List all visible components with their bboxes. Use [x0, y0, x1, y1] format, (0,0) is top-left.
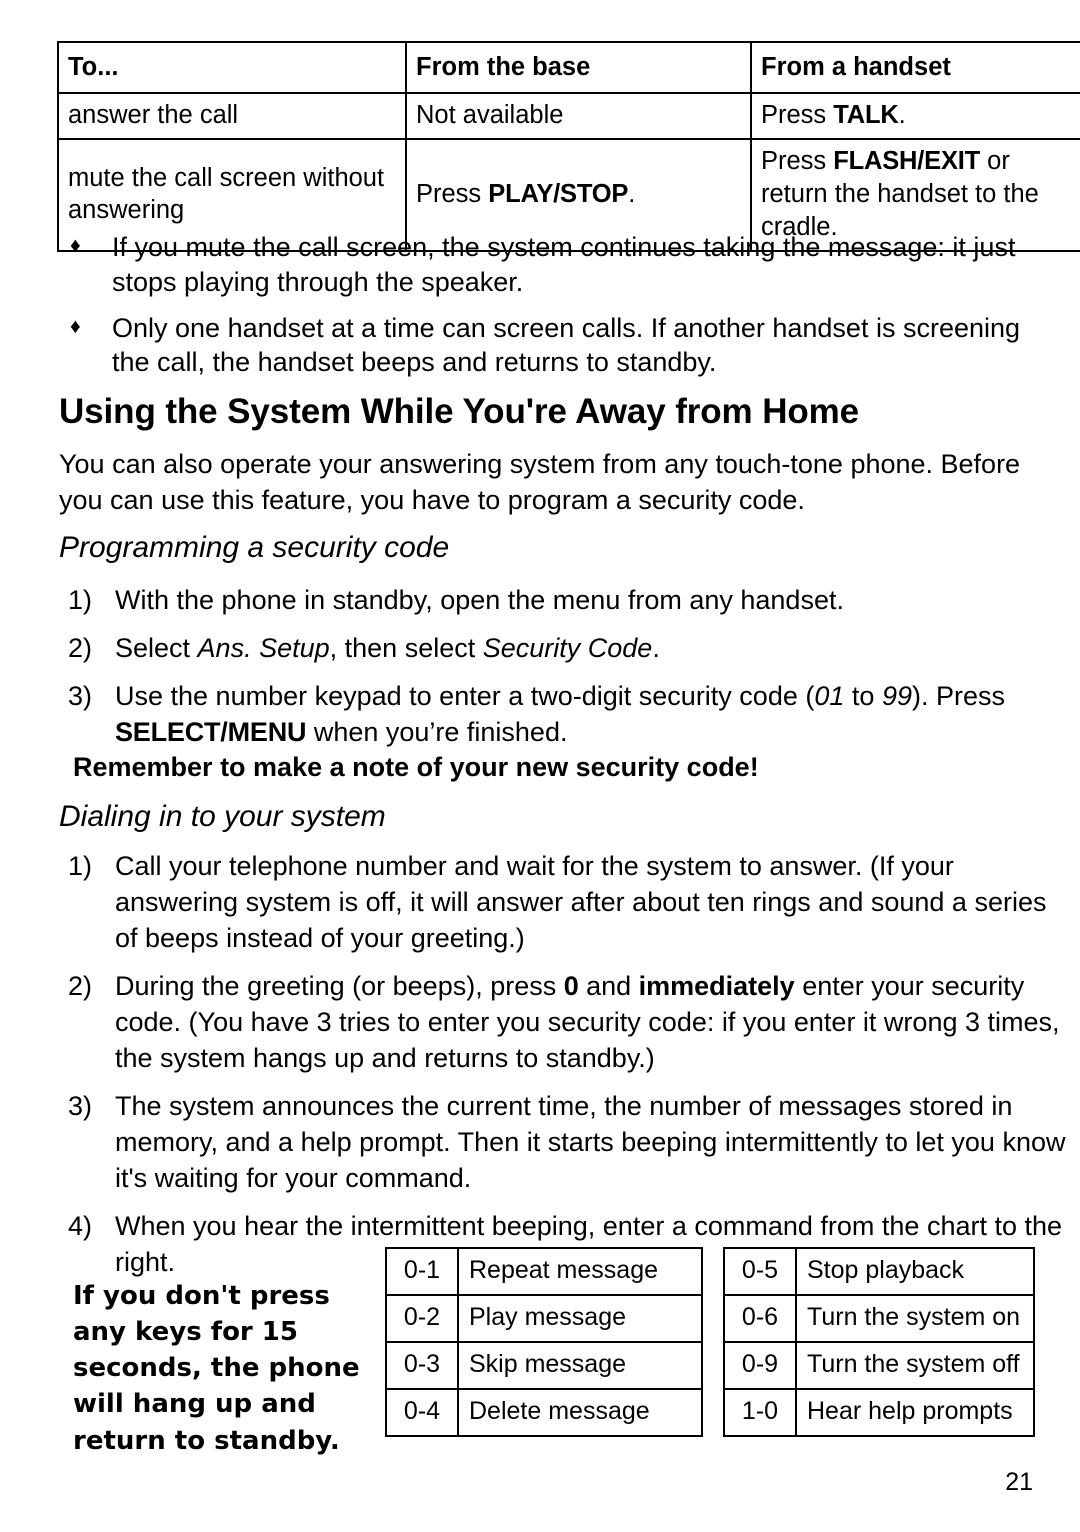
text-suffix: . — [898, 100, 906, 129]
cell-base-answer-call: Not available — [405, 91, 752, 141]
command-action: Turn the system on — [795, 1294, 1035, 1343]
table-row: 0-2 Play message — [385, 1294, 703, 1343]
diamond-bullet-icon: ♦ — [70, 314, 81, 338]
command-action: Hear help prompts — [795, 1388, 1035, 1437]
remote-command-table-right: 0-5 Stop playback 0-6 Turn the system on… — [723, 1247, 1035, 1437]
table-row: 0-5 Stop playback — [723, 1247, 1035, 1296]
key-flash-exit: FLASH/EXIT — [833, 147, 981, 176]
step-number: 1) — [68, 851, 93, 881]
command-action: Delete message — [457, 1388, 703, 1437]
remote-command-table-left: 0-1 Repeat message 0-2 Play message 0-3 … — [385, 1247, 703, 1437]
command-code: 0-5 — [723, 1247, 797, 1296]
manual-page: To... From the base From a handset answe… — [0, 0, 1080, 1532]
command-code: 1-0 — [723, 1388, 797, 1437]
list-item: 2) Select Ans. Setup, then select Securi… — [68, 630, 1068, 666]
list-item: 1) With the phone in standby, open the m… — [68, 582, 1068, 618]
text-run: to — [844, 681, 882, 712]
table-row: 0-4 Delete message — [385, 1388, 703, 1437]
table-row: answer the call Not available Press TALK… — [57, 91, 1080, 141]
command-action: Stop playback — [795, 1247, 1035, 1296]
column-header-task: To... — [57, 41, 407, 94]
table-row: 0-1 Repeat message — [385, 1247, 703, 1296]
command-action: Repeat message — [457, 1247, 703, 1296]
table-header-row: To... From the base From a handset — [57, 41, 1080, 94]
column-header-from-handset: From a handset — [750, 41, 1080, 94]
command-code: 0-6 — [723, 1294, 797, 1343]
step-number: 4) — [68, 1211, 93, 1242]
dialing-steps-list: 1) Call your telephone number and wait f… — [68, 848, 1068, 1289]
text-run: The system announces the current time, t… — [115, 1091, 1066, 1194]
text-prefix: Press — [761, 100, 834, 129]
command-action: Play message — [457, 1294, 703, 1343]
text-run: Select — [115, 633, 198, 664]
table-row: 0-9 Turn the system off — [723, 1341, 1035, 1390]
text-prefix: Press — [416, 179, 489, 208]
key-play-stop: PLAY/STOP — [488, 179, 629, 208]
text-run: Use the number keypad to enter a two-dig… — [115, 681, 815, 712]
text-run: With the phone in standby, open the menu… — [115, 585, 844, 615]
key-zero: 0 — [563, 971, 579, 1002]
text-suffix: . — [628, 179, 636, 208]
list-item: ♦ Only one handset at a time can screen … — [70, 311, 1060, 381]
subsection-title-programming: Programming a security code — [59, 531, 450, 564]
step-text: With the phone in standby, open the menu… — [115, 585, 844, 615]
command-code: 0-1 — [385, 1247, 459, 1296]
table-row: 0-6 Turn the system on — [723, 1294, 1035, 1343]
subsection-title-dialing: Dialing in to your system — [59, 800, 386, 833]
text-run: when you’re finished. — [306, 717, 568, 748]
command-code: 0-2 — [385, 1294, 459, 1343]
step-text: Use the number keypad to enter a two-dig… — [115, 681, 1005, 747]
table-row: 0-3 Skip message — [385, 1341, 703, 1390]
step-text: During the greeting (or beeps), press 0 … — [115, 971, 1060, 1073]
list-item: 2) During the greeting (or beeps), press… — [68, 968, 1068, 1076]
programming-steps-list: 1) With the phone in standby, open the m… — [68, 582, 1068, 762]
value-max-code: 99 — [881, 681, 912, 712]
text-run: , then select — [329, 633, 483, 664]
section-intro-paragraph: You can also operate your answering syst… — [59, 449, 1021, 515]
diamond-bullet-icon: ♦ — [70, 234, 81, 257]
command-action: Skip message — [457, 1341, 703, 1390]
list-item: ♦ If you mute the call screen, the syste… — [70, 230, 1060, 300]
menu-name-security-code: Security Code — [482, 633, 653, 664]
value-min-code: 01 — [814, 681, 845, 712]
step-number: 2) — [68, 633, 93, 664]
text-run: ). Press — [911, 681, 1005, 712]
step-text: The system announces the current time, t… — [115, 1091, 1065, 1193]
command-code: 0-9 — [723, 1341, 797, 1390]
text-run: Call your telephone number and wait for … — [115, 851, 1047, 954]
step-number: 3) — [68, 1091, 93, 1122]
text-run: and — [578, 971, 639, 1002]
key-select-menu: SELECT/MENU — [115, 717, 307, 748]
key-talk: TALK — [833, 100, 899, 129]
step-number: 1) — [68, 585, 93, 615]
command-code: 0-4 — [385, 1388, 459, 1437]
menu-name-ans-setup: Ans. Setup — [197, 633, 330, 664]
step-text: Select Ans. Setup, then select Security … — [115, 633, 660, 663]
column-header-from-base: From the base — [405, 41, 752, 94]
security-code-reminder: Remember to make a note of your new secu… — [73, 752, 759, 782]
list-item-text: If you mute the call screen, the system … — [112, 232, 1016, 297]
text-run: . — [652, 633, 660, 664]
timeout-warning-note: If you don't press any keys for 15 secon… — [73, 1281, 360, 1456]
list-item: 3) Use the number keypad to enter a two-… — [68, 678, 1068, 750]
text-prefix: Press — [761, 147, 834, 176]
cell-handset-answer-call: Press TALK. — [750, 91, 1080, 141]
list-item-text: Only one handset at a time can screen ca… — [112, 312, 1021, 378]
page-number: 21 — [1005, 1468, 1033, 1496]
step-number: 3) — [68, 681, 93, 712]
list-item: 3) The system announces the current time… — [68, 1088, 1068, 1196]
table-row: 1-0 Hear help prompts — [723, 1388, 1035, 1437]
text-run: During the greeting (or beeps), press — [115, 971, 564, 1002]
cell-task-answer-call: answer the call — [57, 91, 407, 141]
step-number: 2) — [68, 971, 93, 1002]
emphasis-immediately: immediately — [638, 971, 795, 1002]
list-item: 1) Call your telephone number and wait f… — [68, 848, 1068, 956]
step-text: Call your telephone number and wait for … — [115, 851, 1046, 953]
call-screening-comparison-table: To... From the base From a handset answe… — [57, 41, 1080, 253]
page-title: Using the System While You're Away from … — [59, 392, 860, 431]
command-action: Turn the system off — [795, 1341, 1035, 1390]
call-screening-notes-list: ♦ If you mute the call screen, the syste… — [70, 230, 1060, 391]
command-code: 0-3 — [385, 1341, 459, 1390]
